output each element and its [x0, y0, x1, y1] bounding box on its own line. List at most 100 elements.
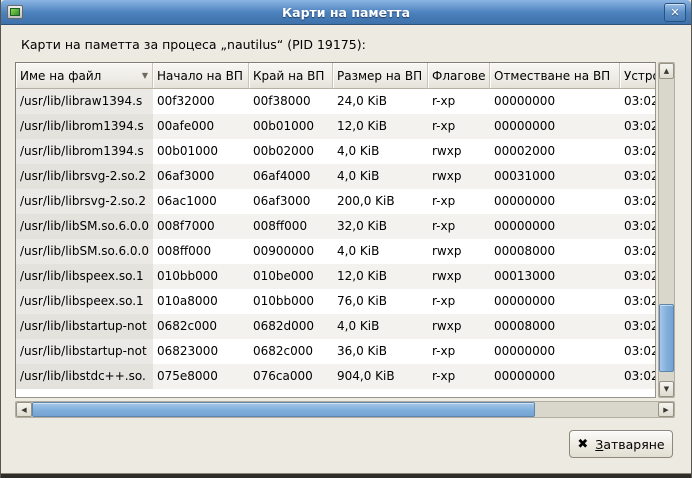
vertical-scrollbar[interactable]: ▲ ▼	[658, 62, 675, 398]
column-header-label: Отместване на ВП	[494, 69, 610, 83]
table-cell-vm_end: 076ca000	[249, 364, 333, 389]
table-cell-flags: rwxp	[428, 239, 490, 264]
table-cell-vm_end: 00f38000	[249, 89, 333, 114]
table-cell-vm_start: 008ff000	[153, 239, 249, 264]
table-row[interactable]: /usr/lib/libstartup-not0682c0000682d0004…	[16, 314, 655, 339]
table-row[interactable]: /usr/lib/libstdc++.so.075e8000076ca00090…	[16, 364, 655, 389]
table-cell-flags: rwxp	[428, 314, 490, 339]
table-cell-filename: /usr/lib/libraw1394.s	[16, 89, 153, 114]
table-row[interactable]: /usr/lib/libstartup-not068230000682c0003…	[16, 339, 655, 364]
table-cell-vm_start: 008f7000	[153, 214, 249, 239]
scroll-right-button[interactable]: ▶	[658, 402, 674, 417]
titlebar-close-button[interactable]: ✕	[664, 3, 686, 22]
table-row[interactable]: /usr/lib/libSM.so.6.0.0008f7000008ff0003…	[16, 214, 655, 239]
table-cell-flags: r-xp	[428, 214, 490, 239]
scroll-left-button[interactable]: ◀	[16, 402, 32, 417]
table-header: Име на файл▼ Начало на ВП Край на ВПРазмер…	[16, 63, 655, 89]
horizontal-scrollbar-thumb[interactable]	[32, 402, 535, 417]
column-header-device[interactable]: Устройство	[620, 63, 655, 89]
table-cell-vm_size: 36,0 KiB	[333, 339, 428, 364]
table-cell-vm_start: 0682c000	[153, 314, 249, 339]
table-row[interactable]: /usr/lib/libspeex.so.1010a8000010bb00076…	[16, 289, 655, 314]
table-cell-vm_offset: 00008000	[490, 314, 620, 339]
vertical-scrollbar-thumb[interactable]	[659, 304, 674, 372]
table-cell-flags: r-xp	[428, 89, 490, 114]
system-monitor-icon	[7, 5, 23, 19]
table-cell-filename: /usr/lib/libstdc++.so.	[16, 364, 153, 389]
table-cell-vm_offset: 00002000	[490, 139, 620, 164]
table-cell-filename: /usr/lib/libspeex.so.1	[16, 289, 153, 314]
table-row[interactable]: /usr/lib/librom1394.s00b0100000b020004,0…	[16, 139, 655, 164]
table-cell-vm_offset: 00013000	[490, 264, 620, 289]
close-dialog-button[interactable]: ✖ Затваряне	[569, 430, 673, 458]
table-row[interactable]: /usr/lib/librsvg-2.so.206af300006af40004…	[16, 164, 655, 189]
titlebar[interactable]: Карти на паметта ✕	[1, 0, 691, 25]
table-cell-device: 03:02	[620, 139, 655, 164]
table-cell-vm_size: 12,0 KiB	[333, 264, 428, 289]
table-cell-vm_end: 0682c000	[249, 339, 333, 364]
table-row[interactable]: /usr/lib/libSM.so.6.0.0008ff000009000004…	[16, 239, 655, 264]
table-cell-device: 03:02	[620, 189, 655, 214]
arrow-down-icon: ▼	[664, 385, 669, 393]
close-icon: ✕	[670, 6, 679, 19]
table-cell-vm_start: 06823000	[153, 339, 249, 364]
sort-indicator-icon: ▼	[136, 71, 148, 80]
column-header-vm_start[interactable]: Начало на ВП	[153, 63, 249, 89]
table-cell-vm_start: 06ac1000	[153, 189, 249, 214]
table-cell-vm_end: 008ff000	[249, 214, 333, 239]
table-cell-device: 03:02	[620, 314, 655, 339]
table-cell-vm_end: 06af4000	[249, 164, 333, 189]
table-cell-vm_end: 010bb000	[249, 289, 333, 314]
table-cell-flags: r-xp	[428, 289, 490, 314]
arrow-right-icon: ▶	[663, 406, 668, 414]
column-header-vm_size[interactable]: Размер на ВП	[333, 63, 428, 89]
horizontal-scrollbar[interactable]: ◀ ▶	[15, 401, 675, 418]
table-cell-vm_start: 075e8000	[153, 364, 249, 389]
column-header-vm_end[interactable]: Край на ВП	[249, 63, 333, 89]
table-cell-flags: r-xp	[428, 339, 490, 364]
table-cell-device: 03:02	[620, 339, 655, 364]
table-row[interactable]: /usr/lib/libspeex.so.1010bb000010be00012…	[16, 264, 655, 289]
table-cell-vm_size: 4,0 KiB	[333, 164, 428, 189]
table-cell-device: 03:02	[620, 164, 655, 189]
table-row[interactable]: /usr/lib/librsvg-2.so.206ac100006af30002…	[16, 189, 655, 214]
table-cell-vm_end: 010be000	[249, 264, 333, 289]
table-cell-vm_size: 12,0 KiB	[333, 114, 428, 139]
column-header-vm_offset[interactable]: Отместване на ВП	[490, 63, 620, 89]
table-cell-device: 03:02	[620, 239, 655, 264]
column-header-label: Начало на ВП	[157, 69, 243, 83]
table-cell-device: 03:02	[620, 289, 655, 314]
table-cell-vm_offset: 00000000	[490, 339, 620, 364]
table-body: /usr/lib/libraw1394.s00f3200000f3800024,…	[16, 89, 655, 389]
close-button-label: Затваряне	[595, 437, 664, 452]
table-row[interactable]: /usr/lib/librom1394.s00afe00000b0100012,…	[16, 114, 655, 139]
table-cell-flags: r-xp	[428, 114, 490, 139]
table-cell-device: 03:02	[620, 264, 655, 289]
table-cell-filename: /usr/lib/libSM.so.6.0.0	[16, 214, 153, 239]
memory-maps-table: Име на файл▼ Начало на ВП Край на ВПРазмер…	[15, 62, 656, 398]
table-cell-vm_offset: 00000000	[490, 364, 620, 389]
table-cell-vm_size: 4,0 KiB	[333, 239, 428, 264]
scroll-down-button[interactable]: ▼	[659, 381, 674, 397]
table-cell-device: 03:02	[620, 214, 655, 239]
table-cell-vm_size: 24,0 KiB	[333, 89, 428, 114]
table-cell-vm_end: 0682d000	[249, 314, 333, 339]
column-header-filename[interactable]: Име на файл▼	[16, 63, 153, 89]
table-cell-filename: /usr/lib/libspeex.so.1	[16, 264, 153, 289]
table-cell-vm_offset: 00000000	[490, 114, 620, 139]
table-cell-vm_size: 904,0 KiB	[333, 364, 428, 389]
table-cell-flags: rwxp	[428, 139, 490, 164]
table-cell-vm_offset: 00000000	[490, 89, 620, 114]
table-cell-vm_start: 010bb000	[153, 264, 249, 289]
table-cell-device: 03:02	[620, 114, 655, 139]
table-cell-flags: r-xp	[428, 364, 490, 389]
arrow-left-icon: ◀	[21, 406, 26, 414]
table-cell-vm_offset: 00031000	[490, 164, 620, 189]
scroll-up-button[interactable]: ▲	[659, 63, 674, 79]
table-cell-device: 03:02	[620, 89, 655, 114]
column-header-flags[interactable]: Флагове	[428, 63, 490, 89]
table-cell-filename: /usr/lib/libstartup-not	[16, 314, 153, 339]
table-cell-vm_end: 06af3000	[249, 189, 333, 214]
table-row[interactable]: /usr/lib/libraw1394.s00f3200000f3800024,…	[16, 89, 655, 114]
arrow-up-icon: ▲	[664, 67, 669, 75]
